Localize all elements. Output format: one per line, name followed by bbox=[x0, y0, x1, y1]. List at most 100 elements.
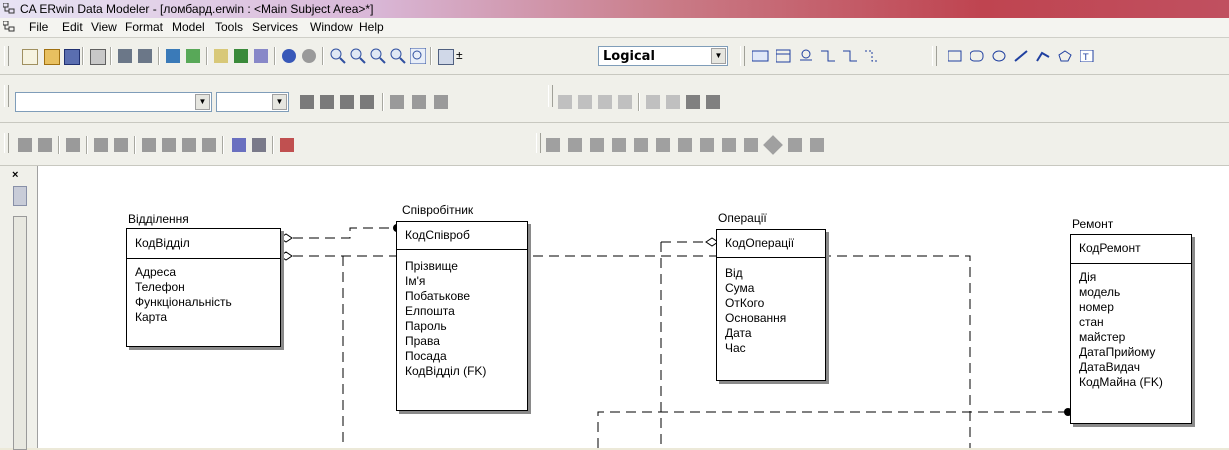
menu-tools[interactable]: Tools bbox=[215, 20, 243, 34]
print-icon[interactable] bbox=[90, 49, 106, 65]
report-icon[interactable] bbox=[254, 49, 268, 63]
menu-format[interactable]: Format bbox=[125, 20, 163, 34]
ellipse-icon[interactable] bbox=[992, 50, 1006, 62]
document-icon[interactable] bbox=[3, 21, 15, 32]
bold-icon[interactable] bbox=[300, 95, 314, 109]
pointer-tool-icon[interactable] bbox=[752, 49, 770, 63]
zoom-100-icon[interactable] bbox=[390, 48, 406, 64]
grid-icon[interactable] bbox=[142, 138, 156, 152]
non-identifying-rel-icon[interactable] bbox=[864, 49, 880, 63]
many-to-many-icon[interactable] bbox=[842, 49, 858, 63]
font-size-select[interactable]: ▼ bbox=[216, 92, 289, 112]
find-replace-icon[interactable] bbox=[138, 49, 152, 63]
new-icon[interactable] bbox=[22, 49, 38, 65]
layout-hierarchy-icon[interactable] bbox=[568, 138, 582, 152]
menu-window[interactable]: Window bbox=[310, 20, 353, 34]
relationship-line[interactable] bbox=[293, 227, 395, 239]
layout-icon[interactable] bbox=[438, 49, 454, 65]
layout-symmetric-icon[interactable] bbox=[634, 138, 648, 152]
fill-color-icon[interactable] bbox=[412, 95, 426, 109]
rounded-rectangle-icon[interactable] bbox=[970, 50, 984, 62]
camera-icon[interactable] bbox=[182, 138, 196, 152]
entity-remont[interactable]: КодРемонт Дія модель номер стан майстер … bbox=[1070, 234, 1192, 424]
save-icon[interactable] bbox=[64, 49, 80, 65]
identifying-rel-icon[interactable] bbox=[820, 49, 836, 63]
align-middle-icon[interactable] bbox=[646, 95, 660, 109]
polyline-icon[interactable] bbox=[1036, 50, 1050, 62]
font-color-icon[interactable] bbox=[390, 95, 404, 109]
notes-icon[interactable] bbox=[202, 138, 216, 152]
menu-file[interactable]: File bbox=[29, 20, 48, 34]
entity-spivrobitnyk[interactable]: КодСпівроб Прізвище Ім'я Побатькове Елпо… bbox=[396, 221, 528, 411]
reverse-engineer-icon[interactable] bbox=[302, 49, 316, 63]
align-top-icon[interactable] bbox=[618, 95, 632, 109]
close-icon[interactable]: × bbox=[12, 169, 18, 181]
chevron-down-icon[interactable]: ▼ bbox=[195, 94, 210, 110]
find-icon[interactable] bbox=[118, 49, 132, 63]
puzzle-icon[interactable] bbox=[810, 138, 824, 152]
table-icon[interactable] bbox=[744, 138, 758, 152]
complete-compare-icon[interactable] bbox=[280, 138, 294, 152]
align-bottom-icon[interactable] bbox=[666, 95, 680, 109]
chevron-down-icon[interactable]: ▼ bbox=[711, 48, 726, 64]
open-icon[interactable] bbox=[44, 49, 60, 65]
distribute-icon[interactable] bbox=[686, 95, 700, 109]
model-explorer-icon[interactable] bbox=[214, 49, 228, 63]
font-name-select[interactable]: ▼ bbox=[15, 92, 212, 112]
menu-view[interactable]: View bbox=[91, 20, 117, 34]
sort-down-icon[interactable] bbox=[678, 138, 692, 152]
scroll-left-icon[interactable] bbox=[13, 186, 27, 206]
tree-icon[interactable] bbox=[186, 49, 200, 63]
polygon-icon[interactable] bbox=[1058, 50, 1072, 62]
italic-icon[interactable] bbox=[320, 95, 334, 109]
layout-dropdown-icon[interactable]: ± bbox=[456, 48, 463, 62]
text-tool-icon[interactable]: T bbox=[1080, 50, 1094, 62]
entity-viddilennia[interactable]: КодВідділ Адреса Телефон Функціональніст… bbox=[126, 228, 281, 347]
lock-icon[interactable] bbox=[66, 138, 80, 152]
rectangle-icon[interactable] bbox=[948, 50, 962, 62]
line-icon[interactable] bbox=[1014, 50, 1028, 62]
group-icon[interactable] bbox=[18, 138, 32, 152]
chevron-down-icon[interactable]: ▼ bbox=[272, 94, 287, 110]
menu-edit[interactable]: Edit bbox=[62, 20, 83, 34]
relationship-line[interactable] bbox=[293, 255, 971, 448]
zoom-in-icon[interactable] bbox=[350, 48, 366, 64]
bring-front-icon[interactable] bbox=[166, 49, 180, 63]
toolbar-grip[interactable] bbox=[4, 46, 9, 66]
menu-model[interactable]: Model bbox=[172, 20, 205, 34]
view-mode-select[interactable]: Logical ▼ bbox=[598, 46, 728, 66]
send-back-icon[interactable] bbox=[94, 138, 108, 152]
diamond-icon[interactable] bbox=[763, 135, 783, 155]
align-left-icon[interactable] bbox=[558, 95, 572, 109]
side-scrollbar[interactable] bbox=[13, 216, 27, 450]
forward-engineer-icon[interactable] bbox=[282, 49, 296, 63]
subtype-tool-icon[interactable] bbox=[798, 49, 814, 63]
column-icon[interactable] bbox=[722, 138, 736, 152]
layout-tree-icon[interactable] bbox=[546, 138, 560, 152]
ungroup-icon[interactable] bbox=[38, 138, 52, 152]
underline-icon[interactable] bbox=[340, 95, 354, 109]
line-color-icon[interactable] bbox=[434, 95, 448, 109]
zoom-out-icon[interactable] bbox=[330, 48, 346, 64]
model-icon[interactable] bbox=[232, 138, 246, 152]
diagram-canvas[interactable]: Відділення КодВідділ Адреса Телефон Функ… bbox=[38, 166, 1229, 448]
box-icon[interactable] bbox=[788, 138, 802, 152]
menu-help[interactable]: Help bbox=[359, 20, 384, 34]
refresh-icon[interactable] bbox=[162, 138, 176, 152]
delete-shape-icon[interactable] bbox=[706, 95, 720, 109]
relationship-line[interactable] bbox=[597, 411, 1068, 448]
layout-orthogonal-icon[interactable] bbox=[612, 138, 626, 152]
zoom-fit-icon[interactable] bbox=[370, 48, 386, 64]
zoom-selection-icon[interactable] bbox=[410, 48, 426, 64]
layout-spread-icon[interactable] bbox=[656, 138, 670, 152]
sort-up-icon[interactable] bbox=[700, 138, 714, 152]
align-center-icon[interactable] bbox=[578, 95, 592, 109]
entity-tool-icon[interactable] bbox=[776, 49, 792, 63]
strikeout-icon[interactable] bbox=[360, 95, 374, 109]
align-right-icon[interactable] bbox=[598, 95, 612, 109]
people-icon[interactable] bbox=[252, 138, 266, 152]
layout-circular-icon[interactable] bbox=[590, 138, 604, 152]
entity-operatsii[interactable]: КодОперації Від Сума ОтКого Основання Да… bbox=[716, 229, 826, 381]
palette-icon[interactable] bbox=[234, 49, 248, 63]
bring-forward-icon[interactable] bbox=[114, 138, 128, 152]
